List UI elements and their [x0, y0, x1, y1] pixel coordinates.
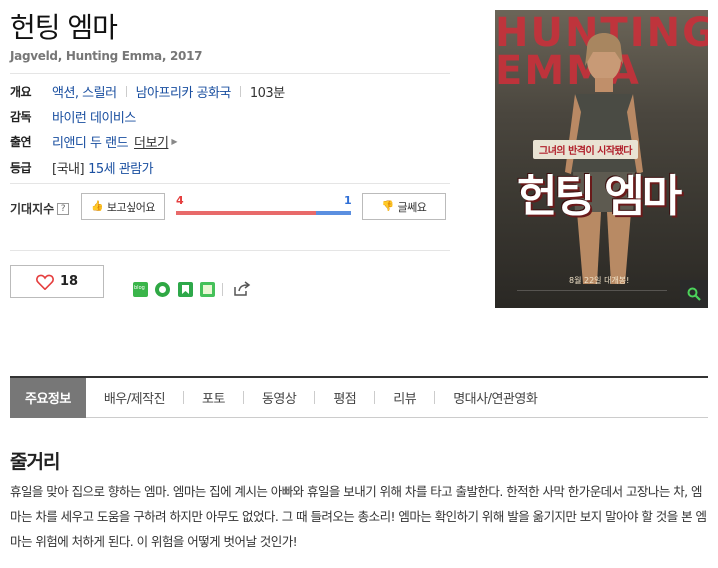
poster-title: 헌팅 엠마: [517, 171, 682, 222]
like-button[interactable]: 18: [10, 265, 104, 298]
tab-rating[interactable]: 평점: [315, 378, 374, 418]
story-glyph: [159, 286, 166, 293]
svg-text:blog: blog: [134, 285, 145, 291]
bookmark-glyph: [182, 285, 189, 294]
not-sure-button[interactable]: 👎 글쎄요: [362, 193, 446, 220]
overview-label: 개요: [10, 85, 32, 99]
bookmark-share-icon[interactable]: [178, 282, 193, 297]
separator: [125, 86, 127, 97]
cast-label: 출연: [10, 135, 32, 149]
expectation-bar-down: [316, 211, 351, 215]
poster-credits: [517, 290, 667, 300]
genre-link[interactable]: 액션, 스릴러: [52, 82, 117, 101]
thumbs-down-icon: 👎: [381, 201, 394, 212]
memo-share-icon[interactable]: [200, 282, 215, 297]
not-sure-label: 글쎄요: [397, 200, 427, 214]
rating-region: [국내]: [52, 162, 85, 177]
like-count: 18: [59, 274, 79, 289]
rating-label: 등급: [10, 161, 32, 175]
divider: [10, 250, 450, 251]
info-overview-row: 개요 액션, 스릴러 남아프리카 공화국 103분: [10, 82, 285, 101]
tab-quotes-related[interactable]: 명대사/연관영화: [435, 378, 555, 418]
expectation-label-group: 기대지수 ?: [10, 200, 70, 217]
want-to-see-label: 보고싶어요: [106, 200, 156, 214]
synopsis-text: 휴일을 맞아 집으로 향하는 엠마. 엠마는 집에 계시는 아빠와 휴일을 보내…: [10, 484, 707, 549]
tab-photo[interactable]: 포토: [184, 378, 243, 418]
kakaostory-share-icon[interactable]: [155, 282, 170, 297]
want-to-see-button[interactable]: 👍 보고싶어요: [81, 193, 165, 220]
poster-release-date: 8월 22일 대개봉!: [569, 276, 630, 285]
expectation-bar-up: [176, 211, 316, 215]
share-arrow-glyph: [234, 281, 251, 296]
separator: [239, 86, 241, 97]
chevron-right-icon: ▶: [171, 137, 178, 146]
cast-more-link[interactable]: 더보기: [134, 132, 169, 151]
info-rating-row: 등급 [국내] 15세 관람가: [10, 158, 154, 177]
tab-main-info[interactable]: 주요정보: [10, 377, 86, 418]
movie-title: 헌팅 엠마: [10, 11, 118, 44]
tab-cast-crew[interactable]: 배우/제작진: [86, 378, 183, 418]
movie-poster[interactable]: HUNTING EMMA 그녀의 반격이 시작됐다 헌팅 엠마 8월 22일 대…: [495, 10, 708, 308]
info-director-row: 감독 바이런 데이비스: [10, 107, 136, 126]
search-icon: [687, 287, 701, 301]
blog-share-icon[interactable]: blog: [133, 282, 148, 297]
country-link[interactable]: 남아프리카 공화국: [136, 82, 232, 101]
rating-link[interactable]: 15세 관람가: [88, 158, 154, 177]
director-label: 감독: [10, 110, 32, 124]
share-separator: [222, 283, 223, 296]
thumbs-up-icon: 👍: [90, 201, 103, 212]
detail-tabs: 주요정보 배우/제작진 포토 동영상 평점 리뷰 명대사/연관영화: [10, 376, 708, 418]
poster-tagline: 그녀의 반격이 시작됐다: [533, 140, 638, 159]
info-cast-row: 출연 리앤디 두 랜드 더보기 ▶: [10, 132, 178, 151]
divider: [10, 73, 450, 74]
director-link[interactable]: 바이런 데이비스: [52, 107, 136, 126]
cast-link[interactable]: 리앤디 두 랜드: [52, 132, 129, 151]
share-external-icon[interactable]: [233, 281, 251, 301]
runtime: 103분: [249, 86, 285, 101]
zoom-button[interactable]: [680, 280, 708, 308]
help-icon[interactable]: ?: [57, 202, 70, 215]
up-count: 4: [176, 194, 184, 207]
movie-subtitle: Jagveld, Hunting Emma, 2017: [10, 49, 203, 63]
expectation-bar: [176, 211, 351, 215]
synopsis-heading: 줄거리: [10, 451, 60, 473]
tab-review[interactable]: 리뷰: [375, 378, 434, 418]
expectation-label: 기대지수: [10, 202, 55, 216]
down-count: 1: [344, 194, 352, 207]
tab-video[interactable]: 동영상: [244, 378, 314, 418]
blog-glyph: blog: [134, 285, 145, 291]
heart-icon: [36, 274, 54, 290]
divider: [10, 183, 450, 184]
memo-glyph: [203, 285, 212, 294]
